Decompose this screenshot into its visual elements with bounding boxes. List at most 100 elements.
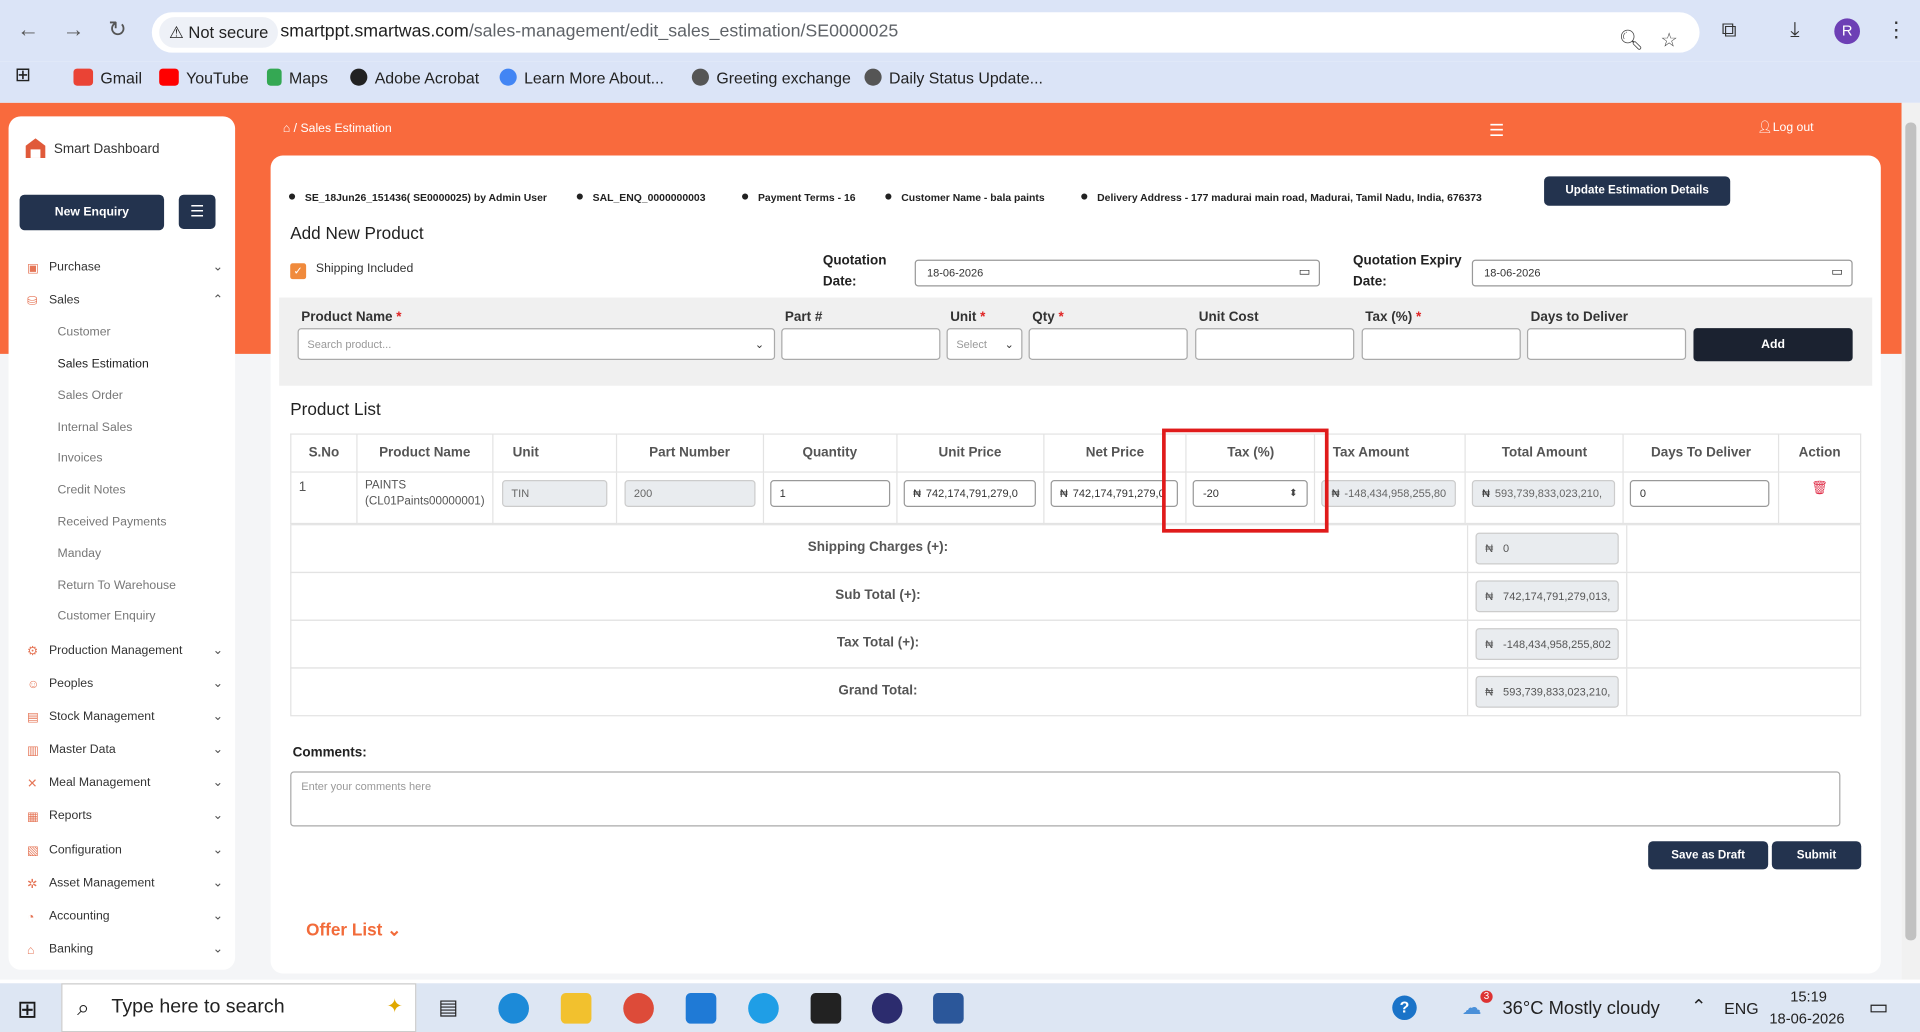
calendar-icon[interactable]: ▭: [1831, 261, 1843, 285]
save-draft-button[interactable]: Save as Draft: [1648, 841, 1769, 870]
windows-start-icon[interactable]: ⊞: [17, 994, 38, 1025]
word-icon[interactable]: [933, 993, 964, 1024]
reload-icon[interactable]: ↻: [105, 17, 129, 41]
total-amount-value: 593,739,833,023,210,: [1494, 487, 1603, 500]
bookmark-gmail[interactable]: Gmail: [73, 68, 142, 89]
vscode-icon[interactable]: [685, 993, 717, 1024]
shipping-checkbox[interactable]: ✓: [290, 263, 307, 280]
task-view-icon[interactable]: ▤: [438, 996, 458, 1020]
submit-button[interactable]: Submit: [1771, 841, 1862, 870]
bookmark-greeting[interactable]: Greeting exchange: [691, 68, 851, 89]
brand[interactable]: Smart Dashboard: [23, 136, 159, 160]
comments-textarea[interactable]: Enter your comments here: [290, 771, 1841, 827]
sidebar-item-asset[interactable]: ✲ Asset Management ⌄: [27, 877, 223, 892]
sidebar-sub-received-payments[interactable]: Received Payments: [58, 516, 167, 529]
menu-toggle-button[interactable]: ☰: [178, 194, 216, 229]
bookmark-adobe[interactable]: Adobe Acrobat: [350, 68, 479, 89]
sidebar-sub-sales-order[interactable]: Sales Order: [58, 389, 123, 402]
sidebar-item-peoples[interactable]: ☺ Peoples ⌄: [27, 677, 223, 692]
sidebar-item-stock[interactable]: ▤ Stock Management ⌄: [27, 710, 223, 725]
language-indicator[interactable]: ENG: [1724, 999, 1758, 1017]
days-input[interactable]: [1526, 328, 1687, 361]
weather-text[interactable]: 36°C Mostly cloudy: [1502, 998, 1659, 1019]
file-explorer-icon[interactable]: [560, 993, 592, 1024]
sidebar-sub-manday[interactable]: Manday: [58, 547, 102, 560]
url-path: /sales-management/edit_sales_estimation/…: [468, 22, 899, 42]
sidebar-item-purchase[interactable]: ▣ Purchase ⌄: [27, 261, 223, 276]
sidebar-item-meal[interactable]: ✕ Meal Management ⌄: [27, 776, 223, 791]
clock-date[interactable]: 18-06-2026: [1769, 1010, 1844, 1027]
tray-chevron-icon[interactable]: ⌃: [1691, 996, 1706, 1018]
bookmark-daily-status[interactable]: Daily Status Update...: [864, 68, 1043, 89]
bookmark-learn-more[interactable]: Learn More About...: [499, 68, 664, 89]
extensions-icon[interactable]: ⧉: [1722, 18, 1737, 42]
url-text[interactable]: smartppt.smartwas.com/sales-management/e…: [280, 12, 898, 52]
logout-link[interactable]: 👤︎Log out: [1757, 121, 1813, 134]
sidebar-sub-customer-enquiry[interactable]: Customer Enquiry: [58, 610, 156, 623]
trash-icon[interactable]: 🗑︎: [1811, 481, 1828, 496]
skype-icon[interactable]: [748, 993, 779, 1024]
home-icon[interactable]: ⌂: [283, 122, 290, 135]
net-price-input[interactable]: ₦ 742,174,791,279,0: [1050, 480, 1178, 507]
calendar-icon[interactable]: ▭: [1299, 261, 1311, 285]
not-secure-badge[interactable]: ⚠ Not secure: [159, 17, 279, 48]
address-bar[interactable]: ⚠ Not secure smartppt.smartwas.com/sales…: [151, 12, 1700, 53]
offer-list-toggle[interactable]: Offer List ⌄: [306, 920, 401, 941]
zoom-icon[interactable]: 🔍︎: [1619, 21, 1644, 61]
bookmark-youtube[interactable]: YouTube: [159, 68, 249, 89]
edge-icon[interactable]: [498, 993, 529, 1024]
scroll-thumb[interactable]: [1905, 122, 1917, 941]
tax-input[interactable]: [1361, 328, 1521, 361]
help-icon[interactable]: ?: [1392, 995, 1417, 1021]
clock-time[interactable]: 15:19: [1790, 988, 1827, 1005]
qty-input[interactable]: [1028, 328, 1188, 361]
more-icon[interactable]: ⋮: [1886, 18, 1907, 42]
quantity-input[interactable]: 1: [769, 480, 890, 507]
sidebar-item-accounting[interactable]: ◔ Accounting ⌄: [27, 910, 223, 925]
part-input[interactable]: [781, 328, 941, 361]
sidebar-item-configuration[interactable]: ▧ Configuration ⌄: [27, 844, 223, 859]
days-to-deliver-input[interactable]: 0: [1630, 480, 1770, 507]
sidebar-sub-sales-estimation[interactable]: Sales Estimation: [58, 358, 149, 371]
forward-icon[interactable]: →: [61, 17, 85, 41]
sidebar-sub-invoices[interactable]: Invoices: [58, 452, 103, 465]
quotation-date-input[interactable]: 18-06-2026 ▭: [914, 259, 1321, 287]
product-search-select[interactable]: Search product... ⌄: [297, 328, 776, 361]
copilot-icon: ✦: [386, 996, 403, 1018]
sidebar-item-sales[interactable]: ⛁ Sales ⌃: [27, 294, 223, 309]
notification-icon[interactable]: ▭: [1869, 996, 1889, 1020]
sidebar-sub-credit-notes[interactable]: Credit Notes: [58, 484, 126, 497]
sidebar-sub-customer[interactable]: Customer: [58, 326, 111, 339]
main-card: SE_18Jun26_151436( SE0000025) by Admin U…: [270, 155, 1881, 974]
sidebar-item-master-data[interactable]: ▥ Master Data ⌄: [27, 743, 223, 758]
sticky-notes-icon[interactable]: [810, 993, 842, 1024]
unit-cost-input[interactable]: [1195, 328, 1355, 361]
bookmark-label: YouTube: [186, 68, 249, 87]
taskbar-search[interactable]: ⌕ Type here to search ✦: [61, 983, 417, 1032]
update-estimation-button[interactable]: Update Estimation Details: [1544, 176, 1731, 206]
sidebar-sub-internal-sales[interactable]: Internal Sales: [58, 421, 133, 434]
expiry-date-input[interactable]: 18-06-2026 ▭: [1471, 259, 1853, 287]
add-button[interactable]: Add: [1693, 328, 1853, 362]
new-enquiry-button[interactable]: New Enquiry: [19, 194, 165, 231]
subtotal-value: 742,174,791,279,013,: [1503, 590, 1611, 603]
sidebar-item-banking[interactable]: ⌂ Banking ⌄: [26, 943, 223, 958]
bank-icon: ⌂: [26, 944, 35, 958]
unit-select[interactable]: Select ⌄: [946, 328, 1023, 361]
eclipse-icon[interactable]: [871, 993, 903, 1024]
sidebar-item-reports[interactable]: ▦ Reports ⌄: [27, 809, 223, 824]
sidebar-sub-return-to-warehouse[interactable]: Return To Warehouse: [58, 579, 176, 592]
page-scrollbar[interactable]: [1901, 102, 1920, 980]
back-icon[interactable]: ←: [16, 17, 40, 41]
star-icon[interactable]: ☆: [1660, 21, 1678, 61]
download-icon[interactable]: ⤓: [1790, 18, 1799, 42]
expiry-date-value: 18-06-2026: [1484, 266, 1541, 280]
chrome-icon[interactable]: [623, 993, 654, 1024]
sidebar-item-production[interactable]: ⚙ Production Management ⌄: [27, 644, 223, 659]
apps-icon[interactable]: ⊞: [15, 66, 31, 86]
unit-price-input[interactable]: ₦ 742,174,791,279,0: [903, 480, 1036, 507]
hamburger-icon[interactable]: ☰: [1489, 120, 1504, 141]
weather-icon[interactable]: ☁: [1462, 996, 1482, 1020]
profile-avatar[interactable]: R: [1834, 18, 1861, 45]
bookmark-maps[interactable]: Maps: [266, 68, 328, 89]
